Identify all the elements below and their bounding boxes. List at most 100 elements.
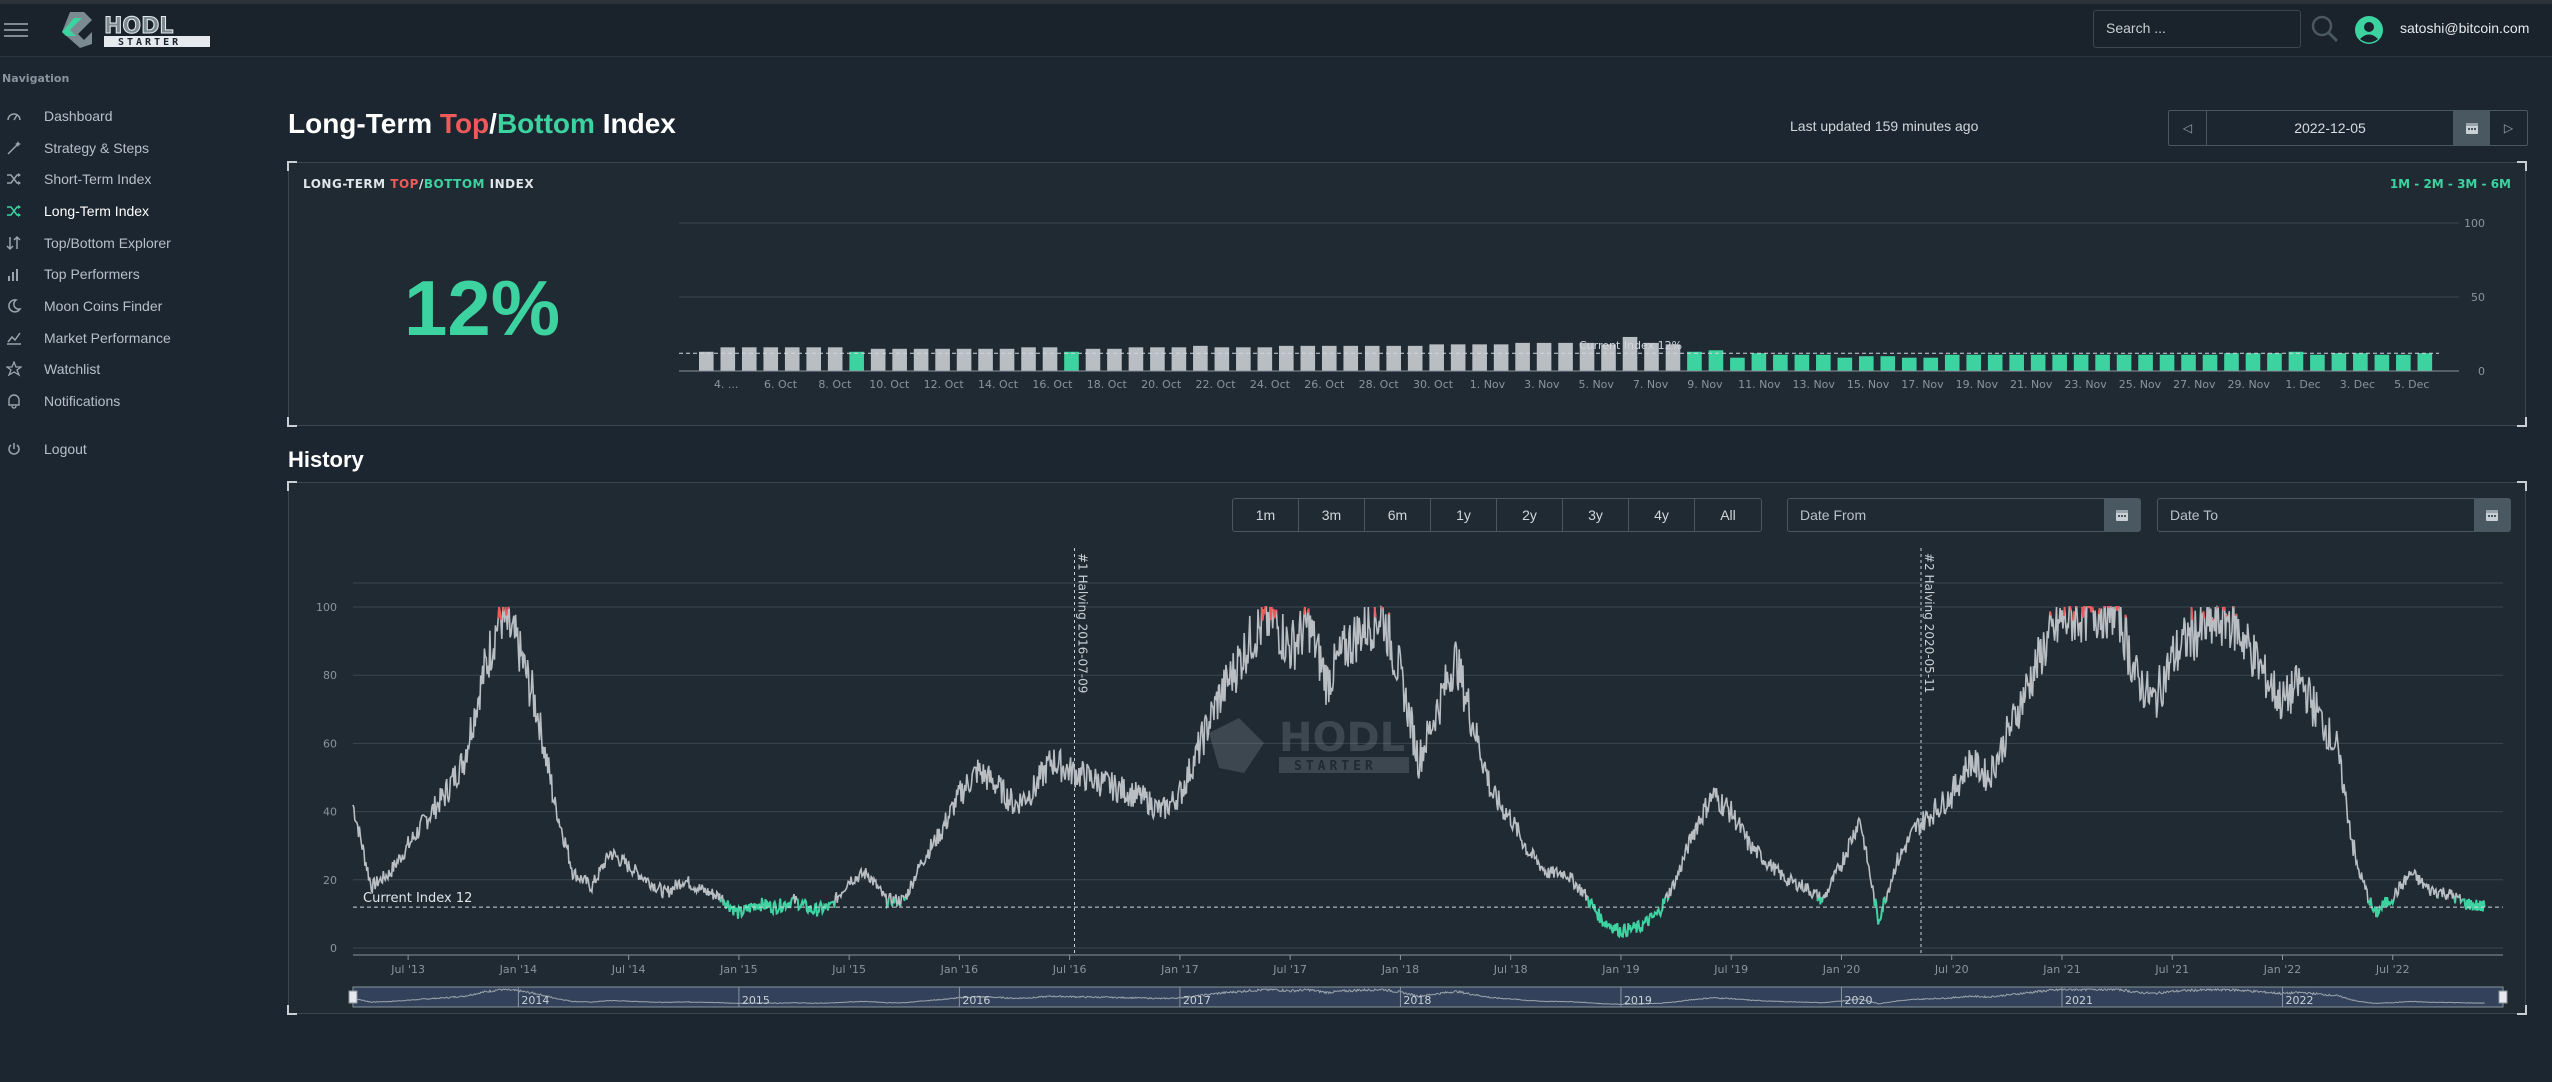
bar[interactable] [999, 348, 1015, 371]
bar[interactable] [1386, 345, 1402, 371]
range-button-3m[interactable]: 3m [1299, 499, 1365, 531]
bar[interactable] [2159, 354, 2175, 371]
range-button-2y[interactable]: 2y [1497, 499, 1563, 531]
bar[interactable] [763, 347, 779, 371]
bar[interactable] [1343, 345, 1359, 371]
search-icon[interactable] [2310, 14, 2340, 44]
navigator-handle-right[interactable] [2498, 990, 2508, 1004]
bar[interactable] [1837, 357, 1853, 371]
date-to-field[interactable]: Date To [2157, 498, 2511, 532]
bar[interactable] [1730, 357, 1745, 371]
bar[interactable] [1300, 345, 1316, 371]
bar[interactable] [1107, 348, 1122, 371]
bar[interactable] [1128, 347, 1144, 371]
index-series-line[interactable] [352, 604, 2486, 939]
bar[interactable] [1236, 347, 1251, 371]
bar[interactable] [2417, 353, 2433, 371]
bar[interactable] [2353, 353, 2368, 371]
bar[interactable] [1064, 351, 1079, 371]
range-button-3y[interactable]: 3y [1563, 499, 1629, 531]
range-button-4y[interactable]: 4y [1629, 499, 1695, 531]
sidebar-item-long-term-index[interactable]: Long-Term Index [0, 195, 260, 227]
range-button-1y[interactable]: 1y [1431, 499, 1497, 531]
bar[interactable] [1944, 354, 1960, 371]
bar[interactable] [1880, 356, 1896, 371]
range-button-all[interactable]: All [1695, 499, 1761, 531]
bar[interactable] [741, 347, 757, 371]
date-to-input[interactable]: Date To [2158, 499, 2474, 531]
date-input[interactable]: 2022-12-05 [2207, 111, 2453, 145]
date-to-calendar-button[interactable] [2474, 499, 2510, 531]
navigator-handle-left[interactable] [348, 990, 358, 1004]
bar[interactable] [1321, 345, 1337, 371]
bar[interactable] [1923, 357, 1939, 371]
bar[interactable] [1751, 353, 1767, 371]
bar[interactable] [1171, 347, 1187, 371]
menu-icon[interactable] [4, 23, 28, 37]
range-button-1m[interactable]: 1m [1233, 499, 1299, 531]
bar[interactable] [2331, 353, 2347, 371]
bar[interactable] [1364, 345, 1380, 371]
calendar-button[interactable] [2453, 111, 2489, 145]
bar[interactable] [1515, 342, 1530, 371]
bar[interactable] [2267, 353, 2282, 371]
sidebar-item-top-bottom-explorer[interactable]: Top/Bottom Explorer [0, 227, 260, 259]
hodl-starter-logo[interactable]: HODL STARTER [56, 8, 218, 50]
bar[interactable] [870, 348, 886, 371]
sidebar-item-top-performers[interactable]: Top Performers [0, 258, 260, 290]
search-input[interactable]: Search ... [2093, 10, 2301, 48]
user-email[interactable]: satoshi@bitcoin.com [2400, 20, 2529, 36]
bar[interactable] [2224, 353, 2239, 371]
bar[interactable] [1429, 344, 1444, 371]
bar[interactable] [1558, 342, 1573, 371]
range-selector[interactable]: 1M - 2M - 3M - 6M [2390, 177, 2511, 191]
prev-date-button[interactable]: ◁ [2169, 111, 2207, 145]
sidebar-item-market-performance[interactable]: Market Performance [0, 322, 260, 354]
bar[interactable] [784, 347, 800, 371]
bar[interactable] [1193, 345, 1208, 371]
bar[interactable] [849, 351, 864, 371]
bar[interactable] [1214, 347, 1230, 371]
bar[interactable] [1687, 351, 1702, 371]
bar[interactable] [1472, 344, 1487, 371]
bar[interactable] [2374, 354, 2390, 371]
bar[interactable] [2310, 354, 2325, 371]
bar[interactable] [1085, 348, 1101, 371]
bar[interactable] [1021, 347, 1036, 371]
bar[interactable] [827, 347, 843, 371]
sidebar-item-moon-coins-finder[interactable]: Moon Coins Finder [0, 290, 260, 322]
bar[interactable] [892, 348, 907, 371]
bar[interactable] [1279, 345, 1294, 371]
sidebar-item-notifications[interactable]: Notifications [0, 385, 260, 417]
sidebar-item-strategy-steps[interactable]: Strategy & Steps [0, 132, 260, 164]
bar[interactable] [1257, 347, 1273, 371]
bar[interactable] [2245, 353, 2261, 371]
bar[interactable] [1536, 342, 1552, 371]
bar[interactable] [2030, 354, 2046, 371]
bar[interactable] [2052, 354, 2067, 371]
next-date-button[interactable]: ▷ [2489, 111, 2527, 145]
date-from-input[interactable]: Date From [1788, 499, 2104, 531]
bar[interactable] [2095, 354, 2110, 371]
bar[interactable] [1859, 356, 1874, 371]
bar[interactable] [956, 348, 972, 371]
bar[interactable] [935, 348, 950, 371]
bar[interactable] [2181, 354, 2196, 371]
bar[interactable] [699, 351, 714, 371]
bar[interactable] [2073, 354, 2089, 371]
bar[interactable] [2009, 354, 2024, 371]
bar[interactable] [2396, 354, 2411, 371]
bar[interactable] [1816, 354, 1831, 371]
date-from-calendar-button[interactable] [2104, 499, 2140, 531]
bar[interactable] [1450, 344, 1466, 371]
bar[interactable] [1987, 354, 2003, 371]
bar[interactable] [1901, 357, 1917, 371]
bar[interactable] [1794, 354, 1810, 371]
sidebar-item-short-term-index[interactable]: Short-Term Index [0, 163, 260, 195]
bar[interactable] [1493, 344, 1509, 371]
sidebar-item-dashboard[interactable]: Dashboard [0, 100, 260, 132]
bar[interactable] [913, 348, 929, 371]
bar[interactable] [1150, 347, 1165, 371]
bar[interactable] [2116, 354, 2132, 371]
bar[interactable] [978, 348, 993, 371]
